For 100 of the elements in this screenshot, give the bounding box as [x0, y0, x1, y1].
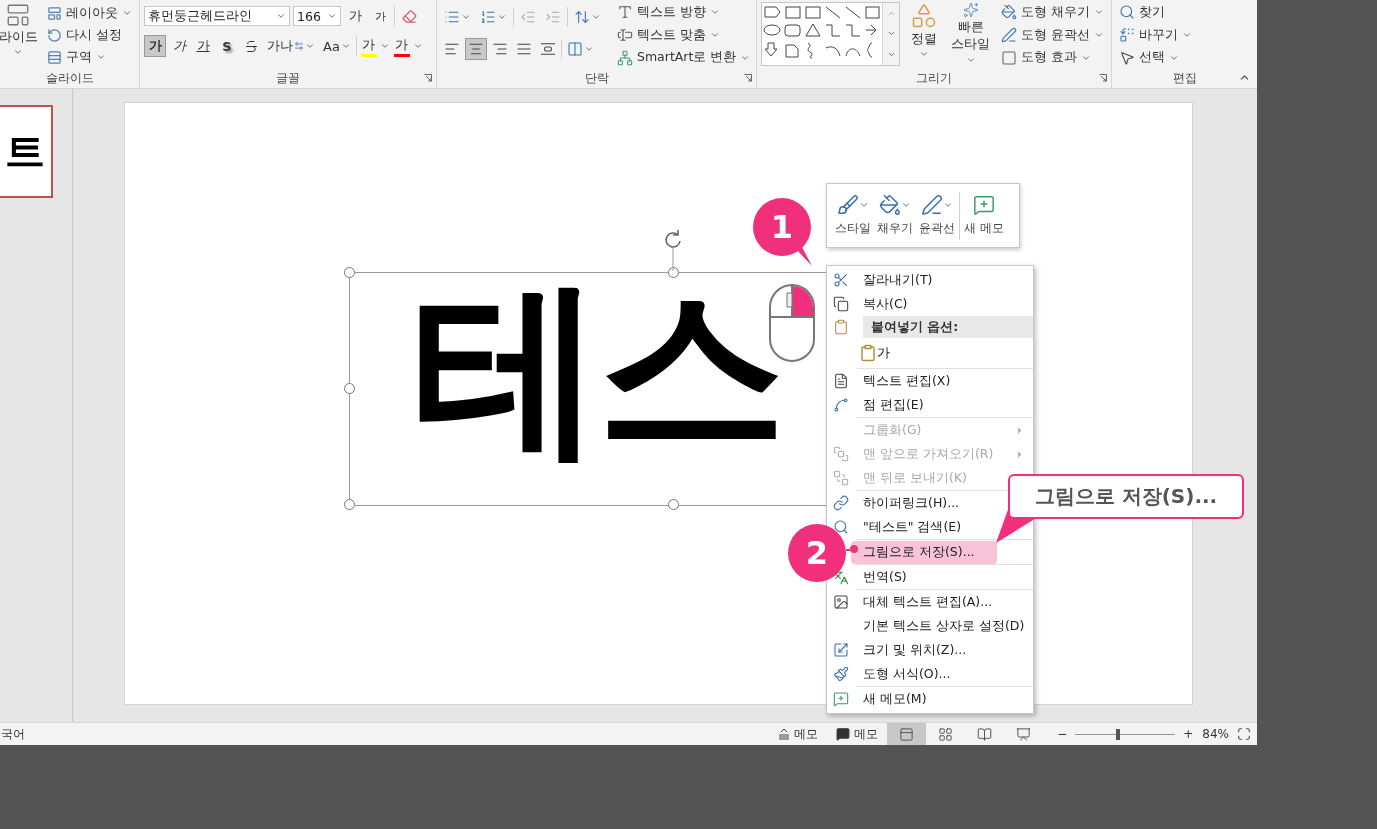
- resize-handle[interactable]: [344, 267, 355, 278]
- leader-dot: [850, 545, 858, 553]
- thumbnail-text: 트: [5, 127, 45, 176]
- image-icon: [833, 594, 849, 610]
- points-icon: [833, 397, 849, 413]
- text-direction-icon: [617, 4, 633, 21]
- caret-icon: [412, 41, 423, 51]
- slider-thumb[interactable]: [1116, 728, 1121, 740]
- toolbar-button[interactable]: 스타일: [833, 194, 873, 237]
- menu-item[interactable]: 점 편집(E): [863, 393, 924, 417]
- menu-item[interactable]: 잘라내기(T): [863, 268, 933, 292]
- slide-thumbnail[interactable]: 트: [0, 105, 53, 198]
- resize-handle[interactable]: [668, 267, 679, 278]
- caret-icon: [918, 49, 929, 59]
- send-back-icon: [833, 470, 849, 486]
- section-icon: [47, 49, 62, 65]
- ribbon-button[interactable]: 다시 설정: [44, 24, 135, 46]
- ribbon-button[interactable]: 바꾸기: [1116, 24, 1195, 46]
- justify-icon: [516, 41, 532, 57]
- zoom-in-button[interactable]: +: [1181, 723, 1202, 745]
- columns-icon: [567, 41, 583, 57]
- highlight-button[interactable]: 가: [358, 35, 379, 57]
- arrange-button[interactable]: 정렬: [904, 2, 944, 68]
- menu-item[interactable]: 크기 및 위치(Z)...: [863, 638, 967, 662]
- ribbon-button[interactable]: 텍스트 맞춤: [614, 24, 754, 46]
- pen-icon: [1001, 27, 1017, 43]
- clipboard-icon: [833, 319, 849, 335]
- ribbon-button[interactable]: 찾기: [1116, 2, 1195, 23]
- paste-option[interactable]: 가: [859, 344, 890, 362]
- format-button[interactable]: S: [216, 35, 238, 57]
- view-button[interactable]: [887, 723, 927, 745]
- square-icon: [1001, 49, 1017, 66]
- comment-plus-icon: [833, 691, 849, 707]
- text-box-icon: [833, 373, 849, 389]
- format-button[interactable]: 가나: [264, 35, 318, 57]
- format-button[interactable]: Aa: [320, 35, 354, 57]
- resize-handle[interactable]: [344, 499, 355, 510]
- paint-bucket-icon: [879, 194, 901, 216]
- paint-bucket-icon: [1001, 4, 1017, 21]
- caret-icon: [13, 47, 23, 57]
- menu-item[interactable]: 복사(C): [863, 292, 908, 316]
- caret-icon: [379, 41, 390, 51]
- normal-view-icon: [899, 726, 915, 742]
- zoom-out-button[interactable]: −: [1043, 723, 1070, 745]
- ribbon-button[interactable]: 도형 윤곽선: [998, 24, 1107, 46]
- menu-header: 붙여넣기 옵션:: [863, 316, 1033, 338]
- group-label: 슬라이드: [45, 69, 94, 87]
- align-center-icon: [468, 41, 484, 57]
- toolbar-button[interactable]: 채우기: [875, 194, 915, 237]
- grow-font-button[interactable]: 가: [344, 5, 366, 27]
- format-button[interactable]: 가: [144, 35, 166, 57]
- size-select[interactable]: 166: [293, 6, 341, 26]
- menu-item[interactable]: 새 메모(M): [863, 687, 927, 711]
- ribbon-button[interactable]: SmartArt로 변환: [614, 47, 754, 68]
- caret-icon: [305, 41, 315, 51]
- comments-button[interactable]: 메모: [827, 723, 888, 745]
- bring-front-icon: [833, 446, 849, 462]
- menu-item[interactable]: 번역(S): [863, 565, 907, 589]
- translate-icon: [833, 569, 849, 585]
- ribbon-button[interactable]: 레이아웃: [44, 2, 135, 24]
- menu-item[interactable]: "테스트" 검색(E): [863, 515, 962, 539]
- align-button[interactable]: [465, 38, 487, 60]
- language-text: 국어: [0, 725, 25, 743]
- dialog-launcher-icon[interactable]: [424, 74, 432, 82]
- ribbon-button[interactable]: 도형 채우기: [998, 2, 1107, 23]
- font-color-button[interactable]: 가: [391, 35, 412, 57]
- slide-icon: [5, 2, 31, 28]
- dialog-launcher-icon[interactable]: [744, 74, 752, 82]
- menu-item[interactable]: 대체 텍스트 편집(A)...: [863, 590, 993, 614]
- font-select[interactable]: 휴먼둥근헤드라인: [144, 6, 290, 26]
- toolbar-button[interactable]: 윤곽선: [917, 194, 957, 237]
- format-button[interactable]: 가: [192, 35, 214, 57]
- menu-item[interactable]: 텍스트 편집(X): [863, 369, 951, 393]
- align-right-icon: [492, 41, 508, 57]
- ribbon-button[interactable]: 구역: [44, 46, 135, 68]
- brush-icon: [837, 194, 859, 216]
- menu-item[interactable]: 도형 서식(O)...: [863, 662, 951, 686]
- quick-styles-button[interactable]: 빠른 스타일: [947, 2, 994, 68]
- resize-handle[interactable]: [668, 499, 679, 510]
- ribbon-button[interactable]: 도형 효과: [998, 47, 1107, 68]
- slide-button[interactable]: 라이드: [0, 2, 38, 68]
- group-label: 편집: [1172, 69, 1197, 87]
- pen-icon: [921, 194, 943, 216]
- ribbon-button[interactable]: 텍스트 방향: [614, 2, 754, 23]
- menu-item[interactable]: 하이퍼링크(H)...: [863, 491, 960, 515]
- resize-handle[interactable]: [344, 383, 355, 394]
- menu-item[interactable]: 기본 텍스트 상자로 설정(D): [863, 614, 1025, 638]
- shrink-font-button[interactable]: 가: [369, 5, 391, 27]
- fit-icon[interactable]: [1237, 727, 1251, 741]
- grid-view-icon: [938, 726, 954, 742]
- notes-button[interactable]: 메모: [769, 723, 828, 745]
- toolbar-button[interactable]: 새 메모: [962, 194, 1006, 237]
- dialog-launcher-icon[interactable]: [1099, 74, 1107, 82]
- layout-icon: [47, 5, 62, 21]
- caret-icon: [276, 11, 286, 21]
- caret-icon: [901, 200, 911, 210]
- ribbon-button[interactable]: 선택: [1116, 47, 1195, 68]
- menu-item[interactable]: 그림으로 저장(S)...: [851, 540, 997, 564]
- format-button[interactable]: 가: [168, 35, 190, 57]
- caret-icon: [943, 200, 953, 210]
